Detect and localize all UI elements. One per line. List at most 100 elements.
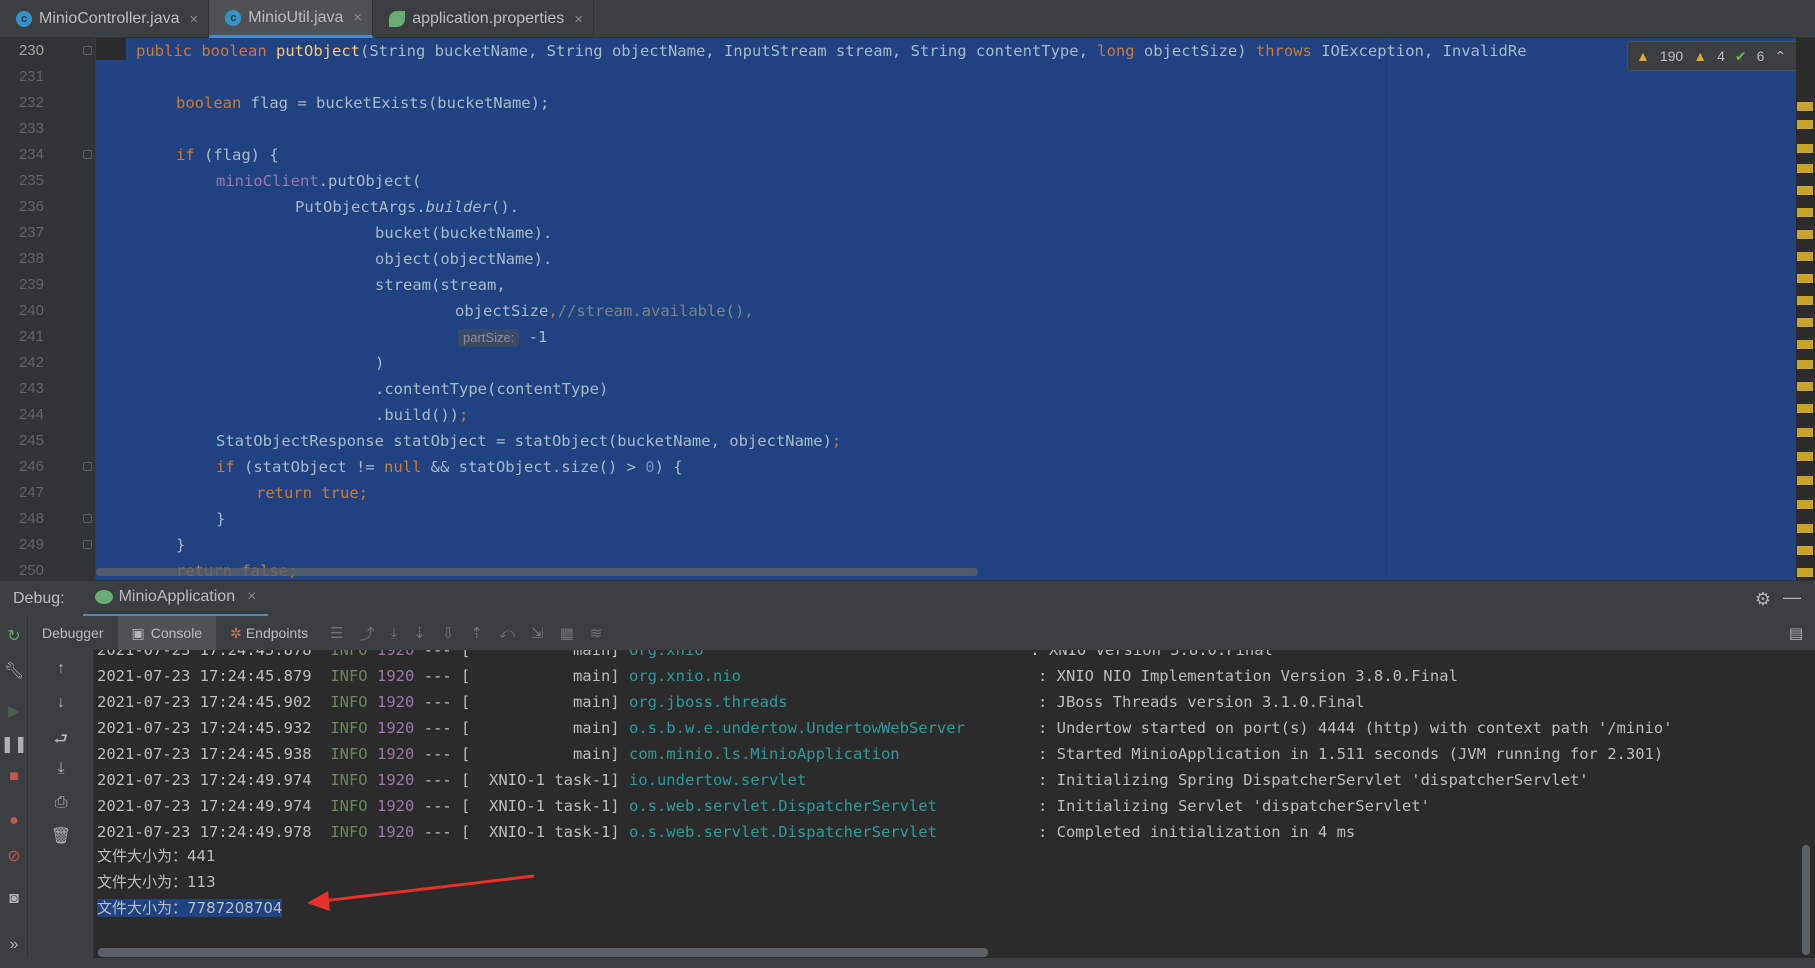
- fold-marker-icon[interactable]: [83, 150, 92, 159]
- view-breakpoints-icon[interactable]: ●: [0, 812, 28, 830]
- warning-marker[interactable]: [1797, 568, 1813, 577]
- fold-marker-icon[interactable]: [83, 462, 92, 471]
- code-line: objectSize,//stream.available(),: [455, 302, 754, 320]
- warning-marker[interactable]: [1797, 186, 1813, 195]
- close-icon[interactable]: ×: [574, 11, 583, 28]
- code-line: return true;: [256, 484, 369, 502]
- tab-debugger[interactable]: Debugger: [28, 616, 118, 650]
- warning-marker[interactable]: [1797, 428, 1813, 437]
- resume-icon[interactable]: ▶: [0, 701, 28, 721]
- weak-warning-count: 4: [1717, 48, 1725, 64]
- warning-marker[interactable]: [1797, 252, 1813, 261]
- camera-icon[interactable]: ◙: [0, 890, 28, 908]
- annotation-arrow: [307, 874, 535, 911]
- tab-minio-util[interactable]: c MinioUtil.java ×: [209, 0, 374, 38]
- line-number-gutter[interactable]: 230 231 232 233 234 235 236 237 238 239 …: [0, 38, 96, 580]
- close-icon[interactable]: ×: [247, 588, 256, 606]
- line-number: 249: [18, 536, 44, 553]
- drop-frame-icon[interactable]: ⤺: [499, 625, 515, 642]
- close-icon[interactable]: ×: [353, 9, 362, 26]
- code-area[interactable]: public boolean putObject(String bucketNa…: [96, 38, 1796, 580]
- line-number: 245: [18, 432, 44, 449]
- pause-icon[interactable]: ❚❚: [0, 734, 28, 754]
- warning-marker[interactable]: [1797, 500, 1813, 509]
- tab-label: MinioUtil.java: [248, 8, 344, 26]
- warning-marker[interactable]: [1797, 120, 1813, 129]
- tab-label: Endpoints: [245, 625, 309, 641]
- warning-marker[interactable]: [1797, 230, 1813, 239]
- session-label: MinioApplication: [118, 588, 236, 605]
- java-class-icon: c: [225, 9, 242, 26]
- fold-marker-icon[interactable]: [83, 540, 92, 549]
- warning-marker[interactable]: [1797, 296, 1813, 305]
- run-to-cursor-icon[interactable]: ⇲: [531, 624, 544, 642]
- expand-icon[interactable]: »: [0, 936, 28, 954]
- tab-application-properties[interactable]: application.properties ×: [373, 0, 595, 38]
- warning-marker[interactable]: [1797, 360, 1813, 369]
- gear-icon[interactable]: ⚙: [1755, 589, 1771, 610]
- print-icon[interactable]: ⎙: [47, 794, 75, 812]
- evaluate-icon[interactable]: ▦: [560, 624, 574, 642]
- warning-marker[interactable]: [1797, 102, 1813, 111]
- fold-marker-icon[interactable]: [83, 514, 92, 523]
- code-line: stream(stream,: [375, 276, 506, 294]
- warning-marker[interactable]: [1797, 382, 1813, 391]
- horizontal-scrollbar[interactable]: [96, 568, 978, 576]
- warning-marker[interactable]: [1797, 318, 1813, 327]
- code-line: .contentType(contentType): [375, 380, 609, 398]
- menu-icon[interactable]: ☰: [330, 624, 343, 642]
- warning-marker[interactable]: [1797, 524, 1813, 533]
- warning-marker[interactable]: [1797, 144, 1813, 153]
- minimize-icon[interactable]: —: [1783, 587, 1801, 608]
- trace-icon[interactable]: ≋: [590, 624, 603, 642]
- vertical-scrollbar[interactable]: [1802, 845, 1810, 955]
- line-number: 242: [18, 354, 44, 371]
- line-number: 230: [18, 42, 44, 59]
- step-into-icon[interactable]: ⇣: [413, 624, 426, 642]
- stop-icon[interactable]: ■: [0, 768, 28, 786]
- code-line: StatObjectResponse statObject = statObje…: [216, 432, 842, 450]
- warning-marker[interactable]: [1797, 476, 1813, 485]
- tab-console[interactable]: ▣ Console: [117, 616, 217, 650]
- console-output[interactable]: 2021-07-23 17:24:45.878 INFO 1920 --- [ …: [94, 650, 1815, 968]
- show-execution-point-icon[interactable]: ⤴: [360, 623, 375, 644]
- mute-breakpoints-icon[interactable]: ⊘: [0, 846, 28, 866]
- force-step-into-icon[interactable]: ⇩: [442, 624, 455, 642]
- tab-minio-controller[interactable]: c MinioController.java ×: [0, 0, 210, 38]
- code-editor[interactable]: 230 231 232 233 234 235 236 237 238 239 …: [0, 38, 1815, 580]
- arrow-down-icon[interactable]: ↓: [47, 694, 75, 712]
- step-over-icon[interactable]: ⤓: [391, 625, 398, 642]
- layout-icon[interactable]: ▤: [1789, 624, 1803, 642]
- warning-marker[interactable]: [1797, 452, 1813, 461]
- error-stripe[interactable]: [1796, 38, 1815, 580]
- code-line: minioClient.putObject(: [216, 172, 422, 190]
- endpoints-icon: ✲: [230, 624, 242, 641]
- warning-marker[interactable]: [1797, 404, 1813, 413]
- warning-marker[interactable]: [1797, 546, 1813, 555]
- step-out-icon[interactable]: ⇡: [470, 624, 483, 642]
- code-line: if (flag) {: [176, 146, 279, 164]
- code-line: if (statObject != null && statObject.siz…: [216, 458, 683, 476]
- warning-marker[interactable]: [1797, 274, 1813, 283]
- arrow-up-icon[interactable]: ↑: [47, 660, 75, 678]
- chevron-up-icon[interactable]: ⌃: [1774, 48, 1786, 65]
- code-line: }: [216, 510, 226, 528]
- line-number: 236: [18, 198, 44, 215]
- debug-session-tab[interactable]: MinioApplication ×: [82, 581, 269, 617]
- warning-marker[interactable]: [1797, 164, 1813, 173]
- warning-marker[interactable]: [1797, 208, 1813, 217]
- line-number: 248: [18, 510, 44, 527]
- soft-wrap-icon[interactable]: ⮐: [47, 728, 75, 755]
- close-icon[interactable]: ×: [190, 11, 199, 28]
- warning-icon: ▲: [1636, 48, 1650, 64]
- horizontal-scrollbar[interactable]: [98, 948, 988, 957]
- warning-marker[interactable]: [1797, 340, 1813, 349]
- tab-endpoints[interactable]: ✲ Endpoints: [216, 616, 322, 650]
- debug-tool-window-header: Debug: MinioApplication × ⚙ —: [0, 580, 1815, 617]
- wrench-icon[interactable]: 🔧︎: [0, 661, 28, 681]
- fold-marker-icon[interactable]: [83, 46, 92, 55]
- inspection-widget[interactable]: ▲190 ▲4 ✔6 ⌃ ⌄: [1627, 41, 1815, 71]
- scroll-to-end-icon[interactable]: ⤓: [47, 760, 75, 778]
- rerun-icon[interactable]: ↻: [0, 626, 28, 646]
- trash-icon[interactable]: 🗑︎: [47, 826, 75, 846]
